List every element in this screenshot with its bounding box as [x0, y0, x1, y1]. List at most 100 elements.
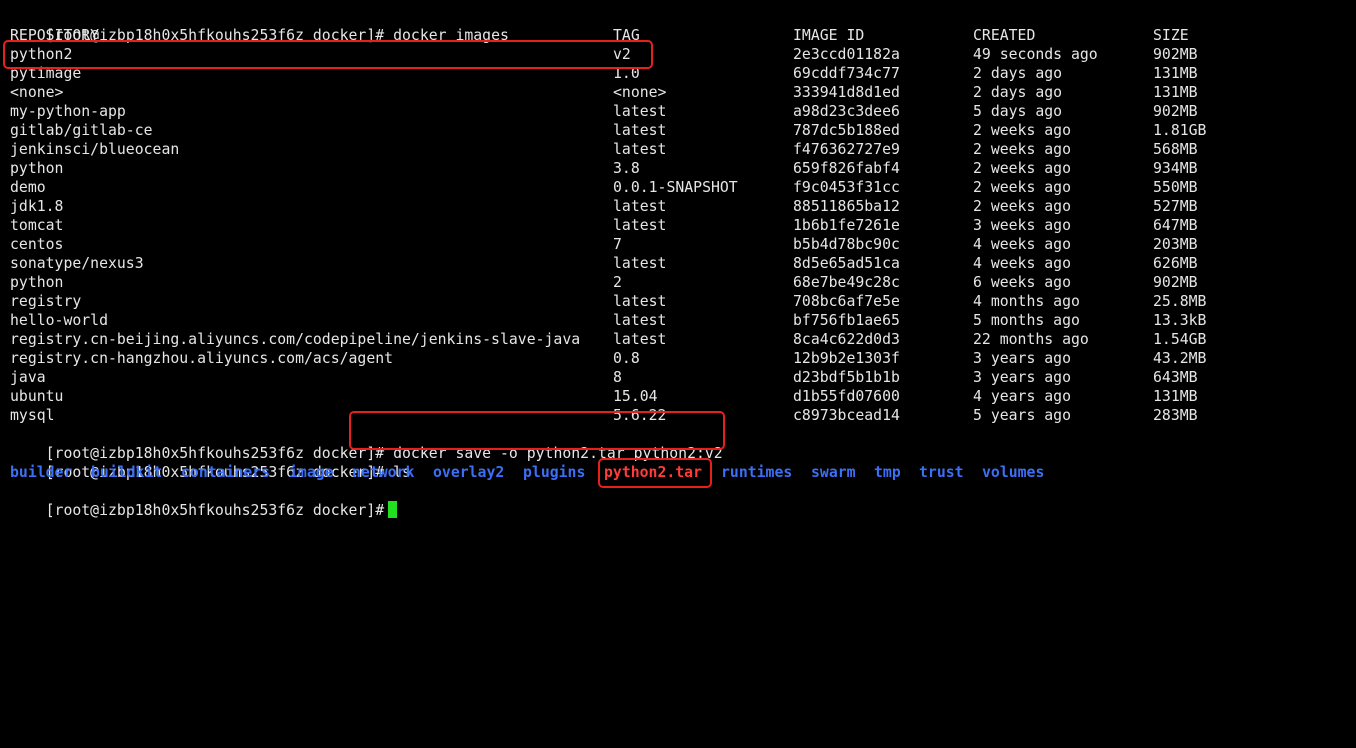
cell-image-id: 12b9b2e1303f — [793, 350, 900, 367]
cell-created: 2 weeks ago — [973, 141, 1071, 158]
cell-repository: tomcat — [10, 217, 64, 234]
highlight-box-python2-row — [3, 40, 653, 69]
cell-size: 568MB — [1153, 141, 1198, 158]
ls-item-runtimes: runtimes — [721, 464, 793, 481]
ls-item-containers: containers — [181, 464, 271, 481]
cell-created: 4 months ago — [973, 293, 1080, 310]
cell-tag: 8 — [613, 369, 622, 386]
cell-size: 902MB — [1153, 274, 1198, 291]
cell-created: 3 years ago — [973, 350, 1071, 367]
cell-created: 5 months ago — [973, 312, 1080, 329]
cell-repository: python — [10, 160, 64, 177]
highlight-box-python2-tar — [598, 458, 712, 488]
cell-tag: latest — [613, 255, 667, 272]
cell-repository: registry.cn-hangzhou.aliyuncs.com/acs/ag… — [10, 350, 394, 367]
cell-size: 934MB — [1153, 160, 1198, 177]
cell-repository: python — [10, 274, 64, 291]
ls-item-swarm: swarm — [811, 464, 856, 481]
cell-tag: latest — [613, 122, 667, 139]
cell-repository: java — [10, 369, 46, 386]
cell-size: 647MB — [1153, 217, 1198, 234]
cell-created: 2 weeks ago — [973, 160, 1071, 177]
ls-item-overlay2: overlay2 — [433, 464, 505, 481]
cell-size: 203MB — [1153, 236, 1198, 253]
cell-image-id: 2e3ccd01182a — [793, 46, 900, 63]
cell-created: 22 months ago — [973, 331, 1089, 348]
cell-size: 527MB — [1153, 198, 1198, 215]
cell-size: 626MB — [1153, 255, 1198, 272]
cell-created: 3 weeks ago — [973, 217, 1071, 234]
cell-repository: <none> — [10, 84, 64, 101]
terminal-window[interactable]: bad2c725cea6482aa8ebdd11a0aacb5774995bcf… — [0, 0, 1356, 519]
ls-item-tmp: tmp — [874, 464, 901, 481]
cell-image-id: 8ca4c622d0d3 — [793, 331, 900, 348]
cell-tag: <none> — [613, 84, 667, 101]
cell-tag: 15.04 — [613, 388, 658, 405]
cell-created: 2 days ago — [973, 65, 1063, 82]
cell-repository: my-python-app — [10, 103, 126, 120]
cell-repository: demo — [10, 179, 46, 196]
cell-image-id: c8973bcead14 — [793, 407, 900, 424]
cell-image-id: 69cddf734c77 — [793, 65, 900, 82]
cell-size: 25.8MB — [1153, 293, 1207, 310]
ls-item-trust: trust — [919, 464, 964, 481]
command-line-active[interactable]: [root@izbp18h0x5hfkouhs253f6z docker]# — [10, 482, 398, 519]
ls-item-buildkit: buildkit — [91, 464, 163, 481]
cell-created: 6 weeks ago — [973, 274, 1071, 291]
cell-repository: sonatype/nexus3 — [10, 255, 144, 272]
cell-repository: jdk1.8 — [10, 198, 64, 215]
command-line-docker-images: [root@izbp18h0x5hfkouhs253f6z docker]# d… — [10, 7, 509, 44]
header-size: SIZE — [1153, 27, 1189, 44]
terminal-cursor[interactable] — [388, 501, 398, 518]
cell-image-id: b5b4d78bc90c — [793, 236, 900, 253]
cell-created: 4 years ago — [973, 388, 1071, 405]
cell-image-id: bf756fb1ae65 — [793, 312, 900, 329]
cell-image-id: a98d23c3dee6 — [793, 103, 900, 120]
cell-repository: registry.cn-beijing.aliyuncs.com/codepip… — [10, 331, 581, 348]
cell-repository: jenkinsci/blueocean — [10, 141, 180, 158]
ls-item-volumes: volumes — [982, 464, 1045, 481]
cell-created: 49 seconds ago — [973, 46, 1098, 63]
cell-created: 2 days ago — [973, 84, 1063, 101]
cell-image-id: f476362727e9 — [793, 141, 900, 158]
shell-prompt: [root@izbp18h0x5hfkouhs253f6z docker]# — [45, 502, 385, 519]
cell-repository: centos — [10, 236, 64, 253]
cell-tag: latest — [613, 312, 667, 329]
header-created: CREATED — [973, 27, 1036, 44]
cell-created: 2 weeks ago — [973, 198, 1071, 215]
cell-size: 902MB — [1153, 103, 1198, 120]
cell-size: 131MB — [1153, 65, 1198, 82]
highlight-box-save-command — [349, 411, 725, 450]
cell-repository: hello-world — [10, 312, 108, 329]
cell-repository: gitlab/gitlab-ce — [10, 122, 153, 139]
cell-image-id: 68e7be49c28c — [793, 274, 900, 291]
cell-created: 5 days ago — [973, 103, 1063, 120]
cell-image-id: 787dc5b188ed — [793, 122, 900, 139]
cell-image-id: f9c0453f31cc — [793, 179, 900, 196]
ls-item-network: network — [352, 464, 415, 481]
cell-tag: latest — [613, 217, 667, 234]
cell-created: 2 weeks ago — [973, 122, 1071, 139]
cell-tag: 7 — [613, 236, 622, 253]
cell-created: 5 years ago — [973, 407, 1071, 424]
cell-tag: 0.8 — [613, 350, 640, 367]
cell-size: 283MB — [1153, 407, 1198, 424]
cell-image-id: 333941d8d1ed — [793, 84, 900, 101]
cell-image-id: 1b6b1fe7261e — [793, 217, 900, 234]
cell-created: 4 weeks ago — [973, 255, 1071, 272]
cell-created: 4 weeks ago — [973, 236, 1071, 253]
cell-size: 131MB — [1153, 388, 1198, 405]
cell-image-id: 88511865ba12 — [793, 198, 900, 215]
cell-created: 2 weeks ago — [973, 179, 1071, 196]
cell-size: 13.3kB — [1153, 312, 1207, 329]
cell-image-id: 659f826fabf4 — [793, 160, 900, 177]
cell-image-id: d23bdf5b1b1b — [793, 369, 900, 386]
cell-repository: registry — [10, 293, 82, 310]
cell-size: 43.2MB — [1153, 350, 1207, 367]
cell-tag: latest — [613, 103, 667, 120]
cell-size: 131MB — [1153, 84, 1198, 101]
cell-tag: 0.0.1-SNAPSHOT — [613, 179, 738, 196]
cell-size: 550MB — [1153, 179, 1198, 196]
cell-size: 643MB — [1153, 369, 1198, 386]
cell-tag: latest — [613, 331, 667, 348]
